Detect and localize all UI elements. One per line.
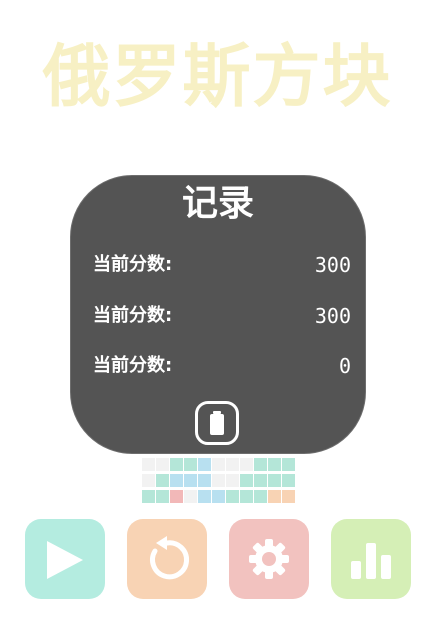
board-cell [156,490,169,503]
board-cell [254,490,267,503]
settings-button[interactable] [229,519,309,599]
board-cell [226,490,239,503]
board-cell [240,474,253,487]
board-cell [170,474,183,487]
board-cell [142,458,155,471]
battery-level [210,414,224,435]
battery-icon[interactable] [195,401,239,445]
board-cell [170,458,183,471]
mini-board [142,458,296,504]
score-label: 当前分数: [93,355,173,376]
board-cell [212,490,225,503]
board-cell [184,474,197,487]
play-icon [47,541,83,579]
score-value: 0 [338,354,351,378]
score-row: 当前分数: 0 [93,353,351,379]
record-dialog: 记录 当前分数: 300 当前分数: 300 当前分数: 0 [70,175,366,454]
game-title: 俄罗斯方块 [42,38,393,117]
restart-button[interactable] [127,519,207,599]
board-cell [268,458,281,471]
board-cell [142,474,155,487]
board-cell [268,490,281,503]
board-cell [170,490,183,503]
board-cell [198,474,211,487]
board-cell [184,458,197,471]
board-cell [268,474,281,487]
board-cell [240,490,253,503]
score-value: 300 [314,304,351,328]
play-button[interactable] [25,519,105,599]
board-cell [198,458,211,471]
board-cell [254,458,267,471]
board-cell [282,490,295,503]
gear-icon [249,539,289,579]
record-title: 记录 [181,183,254,224]
score-label: 当前分数: [93,305,173,326]
board-cell [226,458,239,471]
board-cell [240,458,253,471]
board-cell [282,474,295,487]
board-cell [184,490,197,503]
board-cell [212,458,225,471]
board-cell [212,474,225,487]
rank-button[interactable] [331,519,411,599]
score-row: 当前分数: 300 [93,252,351,278]
board-cell [226,474,239,487]
board-cell [142,490,155,503]
bar-chart-icon [351,543,391,579]
score-row: 当前分数: 300 [93,303,351,329]
score-value: 300 [314,253,351,277]
board-cell [254,474,267,487]
score-label: 当前分数: [93,254,173,275]
board-cell [198,490,211,503]
board-cell [156,458,169,471]
board-cell [156,474,169,487]
board-cell [282,458,295,471]
restart-icon [150,536,189,580]
